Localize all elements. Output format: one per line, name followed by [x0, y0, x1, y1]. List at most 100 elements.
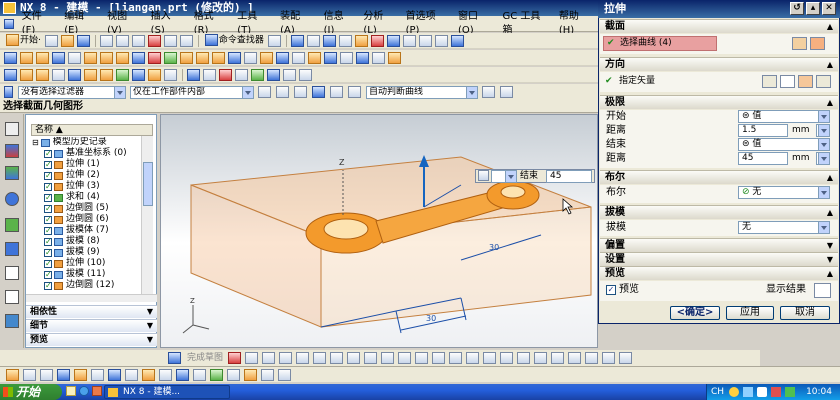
offset-icon[interactable]: [398, 352, 412, 364]
render-style-icon[interactable]: [338, 34, 352, 47]
snap-point-icon[interactable]: [258, 86, 271, 98]
extrude-icon[interactable]: [20, 51, 33, 64]
network-icon[interactable]: [743, 387, 753, 397]
offset-face-icon[interactable]: [324, 51, 337, 64]
app-menu-icon[interactable]: [4, 18, 14, 29]
dimension-icon[interactable]: [483, 352, 497, 364]
weight-icon[interactable]: [193, 368, 206, 381]
dimension-1-label[interactable]: 30: [426, 314, 436, 323]
follow-fillet-icon[interactable]: [500, 86, 513, 98]
paste-icon[interactable]: [131, 34, 145, 47]
sketch-fillet-icon[interactable]: [296, 352, 310, 364]
tree-item[interactable]: 求和 (4): [44, 192, 100, 203]
checkbox-icon[interactable]: [44, 192, 52, 203]
mirror-icon[interactable]: [260, 51, 273, 64]
pan-icon[interactable]: [434, 34, 448, 47]
dimension-2-label[interactable]: 30: [489, 243, 499, 252]
select-all-icon[interactable]: [276, 86, 289, 98]
sequence-icon[interactable]: [125, 368, 138, 381]
undo-icon[interactable]: [163, 34, 177, 47]
dialog-title-bar[interactable]: 拉伸 ↺ ▴ ✕: [598, 0, 840, 18]
end-distance-input[interactable]: 45: [546, 170, 592, 183]
specify-vector-row[interactable]: ✔ 指定矢量: [605, 75, 655, 88]
move-object-icon[interactable]: [40, 368, 53, 381]
snap-icon[interactable]: [267, 68, 280, 81]
unite-icon[interactable]: [132, 51, 145, 64]
volume-icon[interactable]: [757, 387, 767, 397]
checkbox-icon[interactable]: [44, 225, 52, 236]
show-icon[interactable]: [235, 68, 248, 81]
datum-axis-icon[interactable]: [68, 51, 81, 64]
save-icon[interactable]: [76, 34, 90, 47]
ie-icon[interactable]: [79, 386, 89, 396]
details-panel-header[interactable]: 细节 ▼: [26, 319, 157, 332]
constraint-icon[interactable]: [91, 368, 104, 381]
sketch-chamfer-icon[interactable]: [313, 352, 327, 364]
clearance-icon[interactable]: [176, 368, 189, 381]
end-distance-input[interactable]: 45: [738, 152, 788, 165]
lasso-icon[interactable]: [330, 86, 343, 98]
checkbox-icon[interactable]: [44, 170, 52, 181]
preview-panel-header[interactable]: 预览 ▼: [26, 333, 157, 346]
sketch-section-icon[interactable]: [792, 37, 807, 50]
measure-icon[interactable]: [372, 51, 385, 64]
drag-icon[interactable]: [478, 170, 489, 181]
curve-rule-select[interactable]: 自动判断曲线: [366, 85, 478, 99]
cancel-button[interactable]: 取消: [780, 306, 830, 320]
sync-icon[interactable]: [356, 51, 369, 64]
tree-root[interactable]: ⊟ 模型历史记录: [32, 137, 107, 148]
apply-button[interactable]: 应用: [726, 306, 774, 320]
journal-icon[interactable]: [261, 368, 274, 381]
constraint-navigator-icon[interactable]: [5, 144, 19, 158]
update-icon[interactable]: [785, 387, 795, 397]
options-icon[interactable]: [299, 68, 312, 81]
macro-icon[interactable]: [278, 368, 291, 381]
model-view[interactable]: 30 30 Z Z: [161, 115, 598, 348]
redo-icon[interactable]: [179, 34, 193, 47]
system-materials-icon[interactable]: [5, 290, 19, 304]
selection-icon[interactable]: [6, 368, 19, 381]
command-finder-button[interactable]: 命令查找器: [203, 34, 266, 47]
tree-item[interactable]: 拉伸 (10): [44, 258, 105, 269]
taskbar-nx-button[interactable]: NX 8 - 建模...: [104, 385, 230, 399]
tree-item[interactable]: 基准坐标系 (0): [44, 148, 127, 159]
face-rule-icon[interactable]: [348, 86, 361, 98]
subtract-icon[interactable]: [148, 51, 161, 64]
expression-icon[interactable]: [244, 368, 257, 381]
sketch-point-icon[interactable]: [381, 352, 395, 364]
type-filter-select[interactable]: 没有选择过滤器: [18, 85, 126, 99]
hide-icon[interactable]: [219, 68, 232, 81]
menu-icon[interactable]: [4, 86, 13, 98]
inferred-constraint-icon[interactable]: [568, 352, 582, 364]
pocket-icon[interactable]: [116, 51, 129, 64]
auto-constrain-icon[interactable]: [500, 352, 514, 364]
reverse-direction-icon[interactable]: [762, 75, 777, 88]
rectangle-icon[interactable]: [330, 352, 344, 364]
offset-curve-icon[interactable]: [84, 68, 97, 81]
wcs-icon[interactable]: [322, 34, 336, 47]
reset-icon[interactable]: ↺: [790, 2, 804, 15]
pattern-icon[interactable]: [244, 51, 257, 64]
boolean-group-header[interactable]: 布尔 ▲: [600, 170, 838, 184]
checkbox-icon[interactable]: [44, 258, 52, 269]
alternate-solution-icon[interactable]: [551, 352, 565, 364]
sketch-settings-icon[interactable]: [619, 352, 633, 364]
history-icon[interactable]: [5, 266, 19, 280]
component-icon[interactable]: [74, 368, 87, 381]
draft-group-header[interactable]: 拔模 ▲: [600, 205, 838, 219]
show-desktop-icon[interactable]: [66, 386, 76, 396]
checkbox-icon[interactable]: [44, 181, 52, 192]
split-body-icon[interactable]: [292, 51, 305, 64]
quick-extend-icon[interactable]: [432, 352, 446, 364]
filter-icon[interactable]: [283, 68, 296, 81]
check-mate-icon[interactable]: [210, 368, 223, 381]
checkbox-icon[interactable]: [44, 280, 52, 291]
offset-group-header[interactable]: 偏置 ▼: [600, 238, 838, 252]
display-icon[interactable]: [306, 34, 320, 47]
point-icon[interactable]: [52, 68, 65, 81]
checkbox-icon[interactable]: [44, 203, 52, 214]
copy-icon[interactable]: [115, 34, 129, 47]
finish-sketch-icon[interactable]: [168, 352, 181, 364]
helix-icon[interactable]: [68, 68, 81, 81]
shell-icon[interactable]: [228, 51, 241, 64]
